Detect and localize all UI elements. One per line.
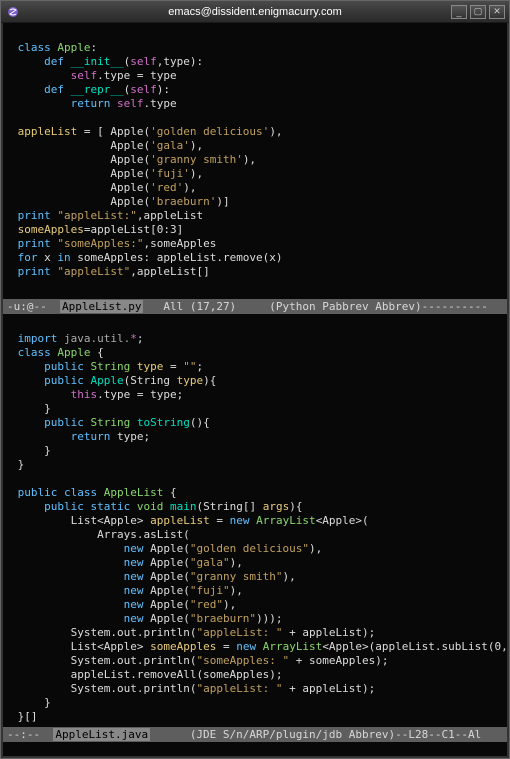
java-pane[interactable]: import java.util.*; class Apple { public… [3, 314, 507, 727]
window-buttons: _ ▢ ✕ [451, 5, 505, 19]
minimize-button[interactable]: _ [451, 5, 467, 19]
window-titlebar: emacs@dissident.enigmacurry.com _ ▢ ✕ [1, 1, 509, 23]
buffer-name-java: AppleList.java [53, 728, 150, 741]
class-name: Apple [57, 41, 90, 54]
emacs-icon [7, 6, 19, 18]
window-title: emacs@dissident.enigmacurry.com [168, 6, 342, 18]
python-code[interactable]: class Apple: def __init__(self,type): se… [3, 23, 507, 283]
maximize-button[interactable]: ▢ [470, 5, 486, 19]
editor-frame: class Apple: def __init__(self,type): se… [1, 23, 509, 742]
java-code[interactable]: import java.util.*; class Apple { public… [3, 314, 507, 727]
kw-class: class [18, 41, 51, 54]
python-modeline[interactable]: -u:@-- AppleList.py All (17,27) (Python … [3, 299, 507, 314]
java-modeline[interactable]: --:-- AppleList.java (JDE S/n/ARP/plugin… [3, 727, 507, 742]
python-pane[interactable]: class Apple: def __init__(self,type): se… [3, 23, 507, 299]
buffer-name-python: AppleList.py [60, 300, 143, 313]
close-button[interactable]: ✕ [489, 5, 505, 19]
minibuffer[interactable] [1, 742, 509, 758]
